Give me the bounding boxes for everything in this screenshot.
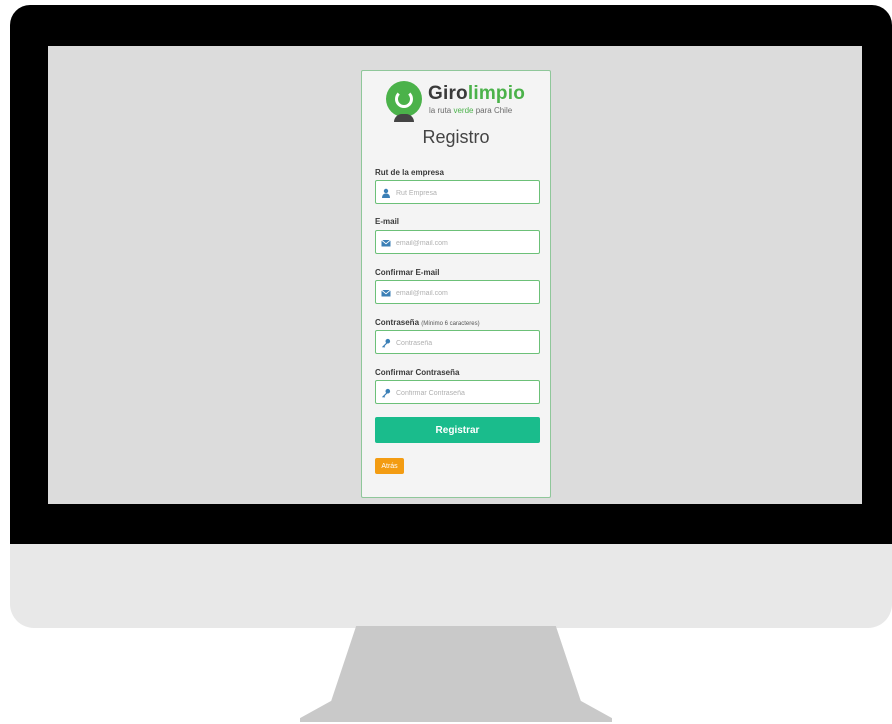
form-title: Registro xyxy=(422,127,490,147)
password-field[interactable] xyxy=(375,330,540,354)
email-label: E-mail xyxy=(375,217,400,226)
confirm-email-field[interactable] xyxy=(375,280,540,304)
register-button[interactable]: Registrar xyxy=(375,417,540,443)
confirm-email-input[interactable] xyxy=(394,284,538,302)
password-input[interactable] xyxy=(394,334,538,352)
key-icon xyxy=(382,338,391,348)
monitor-stand xyxy=(300,626,612,722)
confirm-password-field[interactable] xyxy=(375,380,540,404)
registration-card: Girolimpio la ruta verde para Chile Regi… xyxy=(361,70,551,498)
password-label: Contraseña (Mínimo 6 caracteres) xyxy=(375,318,480,327)
logo-car-icon xyxy=(394,114,414,122)
confirm-email-label: Confirmar E-mail xyxy=(375,268,440,277)
email-field[interactable] xyxy=(375,230,540,254)
back-button[interactable]: Atrás xyxy=(375,458,404,474)
brand-logo: Girolimpio la ruta verde para Chile xyxy=(386,79,536,123)
rut-label: Rut de la empresa xyxy=(375,168,444,177)
rut-input[interactable] xyxy=(394,184,538,202)
confirm-password-input[interactable] xyxy=(394,384,538,402)
brand-tagline: la ruta verde para Chile xyxy=(429,106,513,115)
brand-name: Girolimpio xyxy=(428,83,526,104)
rut-field[interactable] xyxy=(375,180,540,204)
email-input[interactable] xyxy=(394,234,538,252)
monitor-chin xyxy=(10,544,892,628)
key-icon xyxy=(382,388,391,398)
confirm-password-label: Confirmar Contraseña xyxy=(375,368,460,377)
envelope-icon xyxy=(381,289,391,297)
user-icon xyxy=(382,188,390,198)
logo-recycle-icon xyxy=(386,81,422,117)
envelope-icon xyxy=(381,239,391,247)
